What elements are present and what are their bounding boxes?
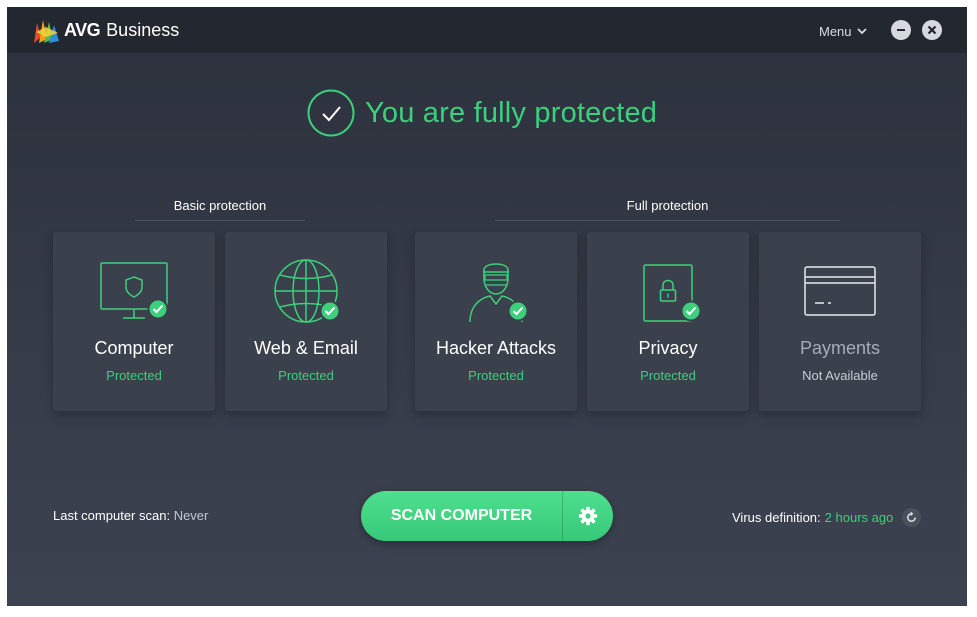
card-computer[interactable]: Computer Protected <box>53 232 215 411</box>
virus-definition-value: 2 hours ago <box>824 510 894 525</box>
hacker-icon <box>469 263 529 323</box>
card-title: Web & Email <box>254 338 358 358</box>
check-circle-icon <box>307 89 355 137</box>
minimize-icon <box>897 29 905 31</box>
minimize-button[interactable] <box>891 20 911 40</box>
brand-name: AVG <box>64 19 101 40</box>
card-status: Not Available <box>802 368 878 383</box>
section-title-basic: Basic protection <box>173 198 267 213</box>
card-status: Protected <box>640 368 696 383</box>
scan-computer-button[interactable]: SCAN COMPUTER <box>361 491 562 541</box>
close-button[interactable] <box>922 20 942 40</box>
lock-icon <box>643 264 702 322</box>
card-web-email[interactable]: Web & Email Protected <box>225 232 387 411</box>
chevron-down-icon <box>856 27 867 34</box>
avg-logo-icon <box>34 20 59 43</box>
update-definitions-button[interactable] <box>902 508 922 527</box>
menu-button[interactable]: Menu <box>819 21 867 41</box>
scan-button-group: SCAN COMPUTER <box>361 491 613 541</box>
virus-definition-label: Virus definition: <box>732 510 821 525</box>
scan-settings-button[interactable] <box>563 491 613 541</box>
product-name: Business <box>106 19 180 40</box>
menu-label: Menu <box>819 23 852 39</box>
section-divider-basic <box>135 220 305 221</box>
card-status: Protected <box>106 368 162 383</box>
section-divider-full <box>495 220 840 221</box>
card-title: Payments <box>799 338 881 358</box>
virus-definition-info: Virus definition: 2 hours ago <box>732 508 922 527</box>
app-window: AVG Business Menu You are fully protecte… <box>7 7 967 606</box>
last-scan-label: Last computer scan: <box>53 508 171 523</box>
card-status: Protected <box>468 368 524 383</box>
card-title: Privacy <box>638 338 698 358</box>
card-privacy[interactable]: Privacy Protected <box>587 232 749 411</box>
status-headline: You are fully protected <box>365 96 658 129</box>
card-title: Hacker Attacks <box>435 338 557 358</box>
credit-card-icon <box>804 266 876 316</box>
gear-icon <box>578 506 598 526</box>
monitor-shield-icon <box>100 262 169 320</box>
last-scan-info: Last computer scan: Never <box>53 508 208 523</box>
last-scan-value: Never <box>173 508 209 523</box>
card-status: Protected <box>278 368 334 383</box>
brand: AVG Business <box>32 17 179 43</box>
card-hacker-attacks[interactable]: Hacker Attacks Protected <box>415 232 577 411</box>
title-bar: AVG Business Menu <box>7 7 967 53</box>
globe-icon <box>274 259 341 323</box>
card-payments[interactable]: Payments Not Available <box>759 232 921 411</box>
card-title: Computer <box>94 338 174 358</box>
refresh-icon <box>907 511 917 522</box>
section-title-full: Full protection <box>626 198 709 213</box>
protection-status: You are fully protected <box>307 87 657 139</box>
close-icon <box>927 25 937 35</box>
